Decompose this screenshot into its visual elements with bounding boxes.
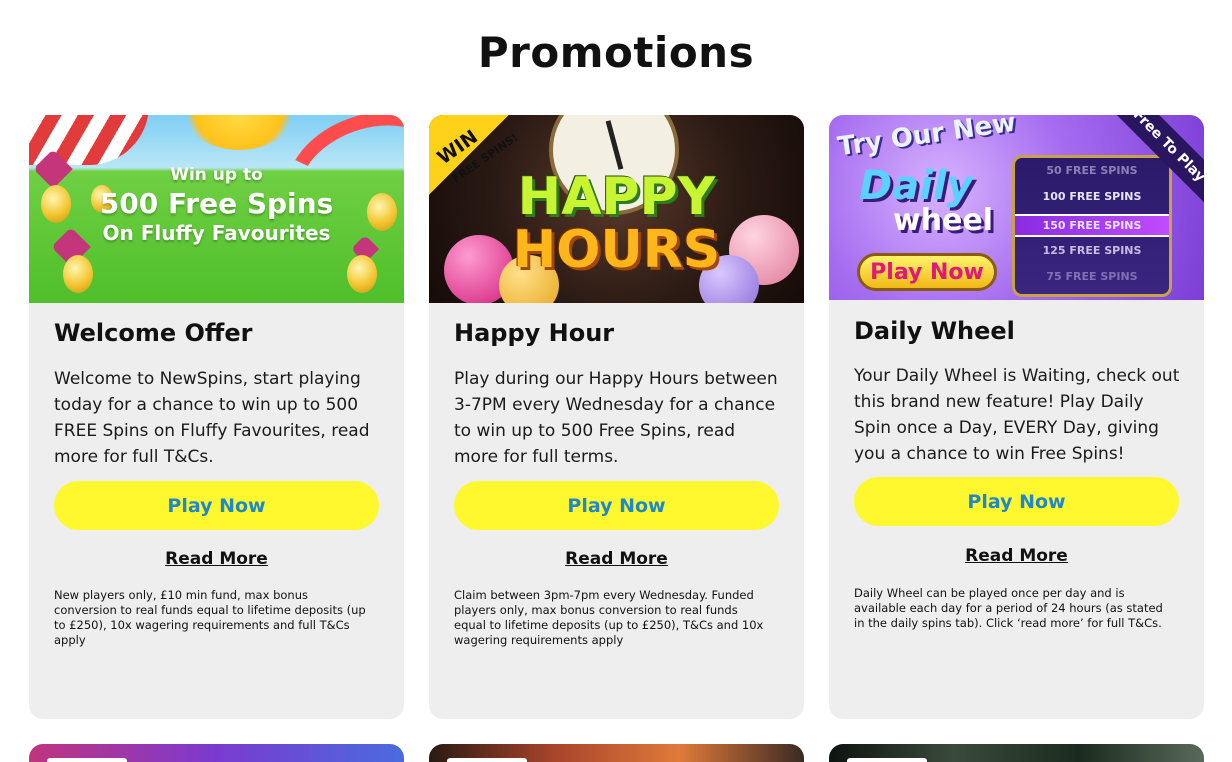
prize-row: 100 FREE SPINS [1042,190,1142,203]
banner-play-badge: Play Now [857,253,997,291]
play-now-button[interactable]: Play Now [454,481,779,530]
card-title: Welcome Offer [54,319,253,347]
read-more-link[interactable]: Read More [829,546,1204,566]
card-title: Daily Wheel [854,317,1015,345]
promo-card-partial[interactable] [29,744,404,762]
coin-graphic [63,255,93,293]
card-label-graphic [47,758,127,762]
promo-card-partial[interactable] [829,744,1204,762]
sun-graphic [179,115,299,150]
prize-row-highlighted: 150 FREE SPINS [1015,214,1169,237]
promo-banner-image[interactable]: Try Our New Daily wheel 50 FREE SPINS 10… [829,115,1204,300]
banner-line: Try Our New [835,115,1018,163]
prize-row: 75 FREE SPINS [1046,270,1138,283]
card-label-graphic [847,758,927,762]
banner-headline: HOURS [512,220,721,280]
card-description: Your Daily Wheel is Waiting, check out t… [854,366,1180,464]
prize-list-graphic: 50 FREE SPINS 100 FREE SPINS 150 FREE SP… [1012,155,1172,297]
promo-banner-image[interactable]: WIN FREE SPINS! HAPPY HOURS [429,115,804,303]
banner-headline: 500 Free Spins [99,187,334,220]
banner-headline: HAPPY [517,167,716,227]
read-more-link[interactable]: Read More [29,549,404,569]
promo-card-partial[interactable] [429,744,804,762]
banner-headline: wheel [893,203,994,238]
promo-banner-image[interactable]: Win up to 500 Free Spins On Fluffy Favou… [29,115,404,303]
terms-text: Claim between 3pm-7pm every Wednesday. F… [454,588,764,647]
coin-graphic [347,255,377,293]
prize-row: 50 FREE SPINS [1046,164,1138,177]
banner-line: On Fluffy Favourites [102,221,331,245]
promo-card-daily-wheel: Try Our New Daily wheel 50 FREE SPINS 10… [829,115,1204,719]
promo-card-welcome-offer: Win up to 500 Free Spins On Fluffy Favou… [29,115,404,719]
card-title: Happy Hour [454,319,615,347]
banner-line: Win up to [170,165,263,185]
page-title: Promotions [477,28,755,77]
terms-text: New players only, £10 min fund, max bonu… [54,588,366,647]
prize-row: 125 FREE SPINS [1042,244,1142,257]
play-now-button[interactable]: Play Now [854,477,1179,526]
card-description: Play during our Happy Hours between 3-7P… [454,369,778,467]
terms-text: Daily Wheel can be played once per day a… [854,586,1163,630]
read-more-link[interactable]: Read More [429,549,804,569]
card-label-graphic [447,758,527,762]
card-description: Welcome to NewSpins, start playing today… [54,369,370,467]
promo-card-happy-hour: WIN FREE SPINS! HAPPY HOURS Happy Hour Pl… [429,115,804,719]
play-now-button[interactable]: Play Now [54,481,379,530]
